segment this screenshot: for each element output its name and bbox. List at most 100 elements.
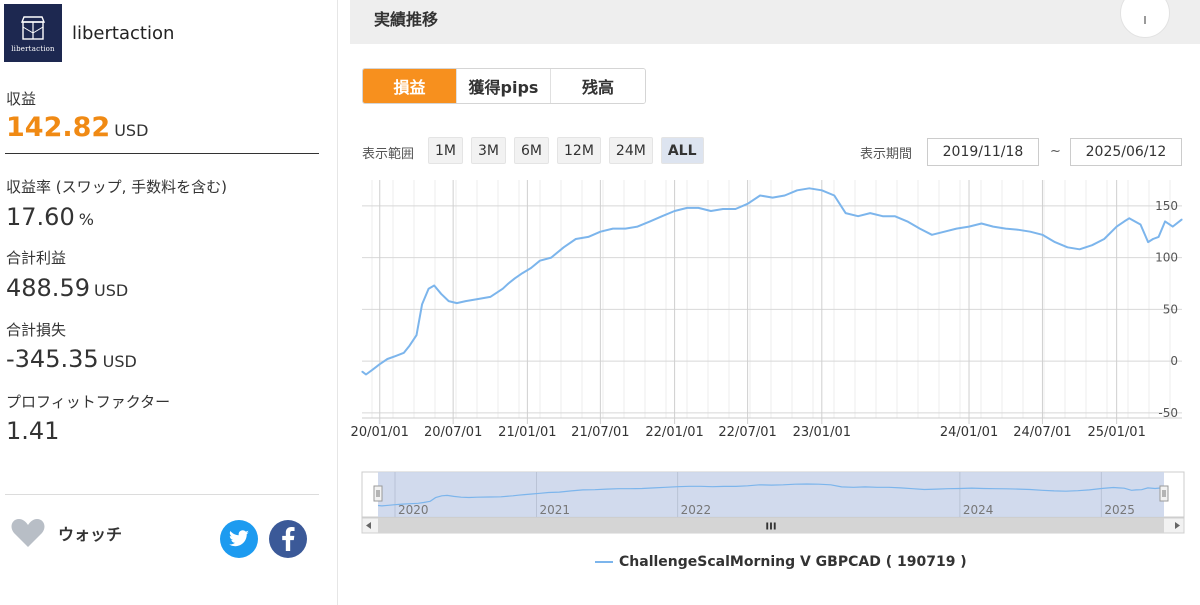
handle-body [1159,485,1169,502]
legend-line-swatch [595,561,613,563]
series-point [686,207,688,209]
series-point [894,215,896,217]
navigator-selection[interactable] [378,472,1164,517]
series-point [857,215,859,217]
range-navigator[interactable]: 2020 2021 2022 2024 2025 III [361,471,1185,534]
series-point [697,207,699,209]
series-point [943,231,946,233]
profit-chart[interactable]: -50 0 50 100 150 20/01/01 20/07/01 21/01/01 21/… [350,0,1200,605]
x-tick-label: 20/01/01 [351,425,409,440]
twitter-share-button[interactable] [220,520,258,558]
series-point [361,370,363,373]
series-point [395,355,397,357]
series-point [673,210,676,212]
rate-label: 収益率 (スワップ, 手数料を含む) [6,178,228,196]
series-point [1134,220,1136,222]
gross-profit-amount: 488.59 [6,274,90,302]
rate-unit: % [78,210,94,229]
series-point [1054,241,1056,243]
pf-value: 1.41 [6,417,60,445]
series-point [968,225,970,228]
x-tick-label: 21/01/01 [498,425,556,440]
series-point [563,246,565,248]
profit-unit: USD [114,121,149,140]
series-point [869,212,871,214]
series-point [1158,236,1160,238]
series-point [1078,248,1081,250]
strategy-sidebar: libertaction libertaction 収益 142.82 USD 収… [0,0,338,605]
series-point [1128,217,1130,219]
series-point [575,238,577,240]
series-point [992,225,994,228]
watch-button[interactable]: ウォッチ [10,517,122,549]
series-point [433,284,435,287]
series-point [530,267,532,269]
heart-icon [11,519,45,547]
series-point [710,210,712,212]
series-point [1005,228,1007,230]
series-point [1152,238,1154,240]
chart-grid [362,180,1182,424]
series-line[interactable] [361,187,1183,376]
facebook-icon [282,527,295,551]
series-point [796,189,798,191]
navigator-right-handle[interactable] [1159,485,1169,502]
profit-amount: 142.82 [6,112,111,143]
series-point [408,344,411,347]
navigator-year-label: 2022 [681,503,712,517]
series-point [661,215,663,217]
series-point [1017,229,1019,231]
series-point [722,208,724,210]
chart-series [361,187,1183,376]
series-point [507,282,510,285]
navigator-left-handle[interactable] [373,485,383,502]
watch-divider [5,494,319,495]
series-point [612,228,614,230]
rate-amount: 17.60 [6,203,75,231]
gross-profit-unit: USD [93,281,129,300]
series-point [372,368,374,370]
series-point [784,194,786,197]
series-point [1147,241,1149,243]
series-point [649,220,651,222]
series-point [415,334,418,336]
series-point [521,272,524,274]
series-point [734,208,737,210]
performance-panel: 実績推移 損益 獲得pips 残高 表示範囲 1M 3M 6M 12M 24M … [350,0,1200,605]
y-tick-label: -50 [1158,406,1178,420]
profile-name[interactable]: libertaction [72,23,174,44]
gross-profit-value: 488.59 USD [6,274,128,302]
series-point [1066,246,1069,248]
navigator-year-label: 2024 [963,503,994,517]
series-point [821,189,823,191]
series-point [1041,234,1044,236]
series-point [477,298,479,300]
pf-label: プロフィットファクター [6,393,171,411]
x-tick-label: 22/07/01 [718,425,776,440]
x-tick-label: 21/07/01 [571,425,629,440]
series-point [1181,218,1183,220]
series-point [906,220,908,222]
series-point [514,277,516,279]
series-point [1164,220,1166,222]
series-point [1029,231,1031,233]
x-tick-label: 22/01/01 [645,425,703,440]
twitter-icon [229,530,249,547]
profit-value: 142.82 USD [6,112,148,143]
watch-label: ウォッチ [58,525,123,544]
chart-legend[interactable]: ChallengeScalMorning V GBPCAD ( 190719 ) [595,554,967,570]
series-point [465,300,467,302]
series-point [808,187,810,189]
series-point [379,363,381,365]
legend-series-name: ChallengeScalMorning V GBPCAD ( 190719 ) [619,554,967,570]
series-point [440,293,442,295]
series-point [1116,225,1118,228]
profile-header[interactable]: libertaction libertaction [4,4,174,62]
navigator-year-label: 2021 [540,503,571,517]
series-point [882,215,884,217]
x-tick-label: 24/01/01 [940,425,998,440]
page-root: libertaction libertaction 収益 142.82 USD 収… [0,0,1200,605]
series-point [427,288,430,290]
series-point [421,303,423,305]
facebook-share-button[interactable] [269,520,307,558]
